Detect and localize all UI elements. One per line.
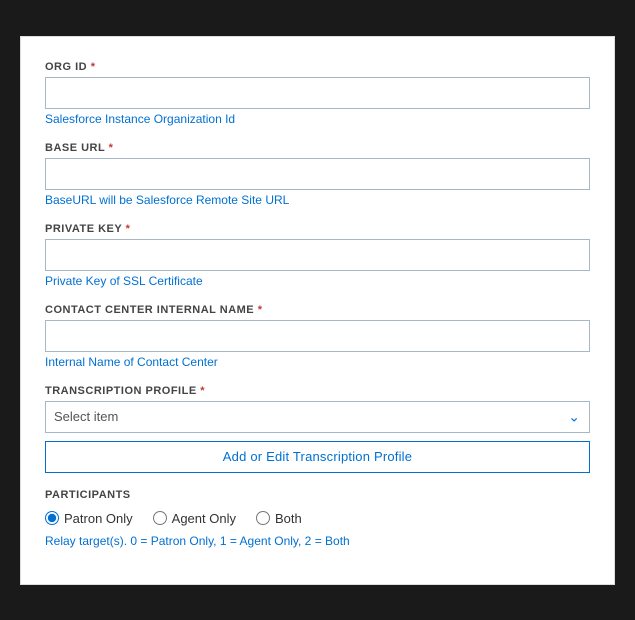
transcription-profile-group: TRANSCRIPTION PROFILE * Select item ⌄ Ad… — [45, 385, 590, 473]
transcription-profile-label-text: TRANSCRIPTION PROFILE — [45, 385, 197, 397]
org-id-required: * — [91, 61, 96, 73]
patron-only-radio[interactable] — [45, 511, 59, 525]
base-url-hint: BaseURL will be Salesforce Remote Site U… — [45, 193, 590, 207]
both-radio-item[interactable]: Both — [256, 511, 302, 526]
relay-hint: Relay target(s). 0 = Patron Only, 1 = Ag… — [45, 534, 590, 548]
agent-only-label: Agent Only — [172, 511, 236, 526]
private-key-group: PRIVATE KEY * Private Key of SSL Certifi… — [45, 223, 590, 288]
contact-center-required: * — [258, 304, 263, 316]
private-key-input[interactable] — [45, 239, 590, 271]
contact-center-label: CONTACT CENTER INTERNAL NAME * — [45, 304, 590, 316]
patron-only-label: Patron Only — [64, 511, 133, 526]
contact-center-hint: Internal Name of Contact Center — [45, 355, 590, 369]
base-url-group: BASE URL * BaseURL will be Salesforce Re… — [45, 142, 590, 207]
participants-group: PARTICIPANTS Patron Only Agent Only Both… — [45, 489, 590, 548]
both-label: Both — [275, 511, 302, 526]
org-id-input[interactable] — [45, 77, 590, 109]
contact-center-label-text: CONTACT CENTER INTERNAL NAME — [45, 304, 254, 316]
base-url-required: * — [109, 142, 114, 154]
contact-center-group: CONTACT CENTER INTERNAL NAME * Internal … — [45, 304, 590, 369]
private-key-label: PRIVATE KEY * — [45, 223, 590, 235]
org-id-label: ORG ID * — [45, 61, 590, 73]
agent-only-radio-item[interactable]: Agent Only — [153, 511, 236, 526]
contact-center-input[interactable] — [45, 320, 590, 352]
patron-only-radio-item[interactable]: Patron Only — [45, 511, 133, 526]
private-key-label-text: PRIVATE KEY — [45, 223, 122, 235]
org-id-hint: Salesforce Instance Organization Id — [45, 112, 590, 126]
both-radio[interactable] — [256, 511, 270, 525]
org-id-label-text: ORG ID — [45, 61, 87, 73]
agent-only-radio[interactable] — [153, 511, 167, 525]
participants-section-label: PARTICIPANTS — [45, 489, 590, 501]
transcription-profile-required: * — [200, 385, 205, 397]
form-card: ORG ID * Salesforce Instance Organizatio… — [20, 36, 615, 585]
transcription-profile-label: TRANSCRIPTION PROFILE * — [45, 385, 590, 397]
transcription-profile-select[interactable]: Select item — [45, 401, 590, 433]
transcription-profile-select-wrapper: Select item ⌄ — [45, 401, 590, 433]
private-key-required: * — [126, 223, 131, 235]
add-edit-transcription-button[interactable]: Add or Edit Transcription Profile — [45, 441, 590, 473]
base-url-input[interactable] — [45, 158, 590, 190]
participants-row: Patron Only Agent Only Both — [45, 511, 590, 526]
org-id-group: ORG ID * Salesforce Instance Organizatio… — [45, 61, 590, 126]
base-url-label: BASE URL * — [45, 142, 590, 154]
base-url-label-text: BASE URL — [45, 142, 105, 154]
private-key-hint: Private Key of SSL Certificate — [45, 274, 590, 288]
